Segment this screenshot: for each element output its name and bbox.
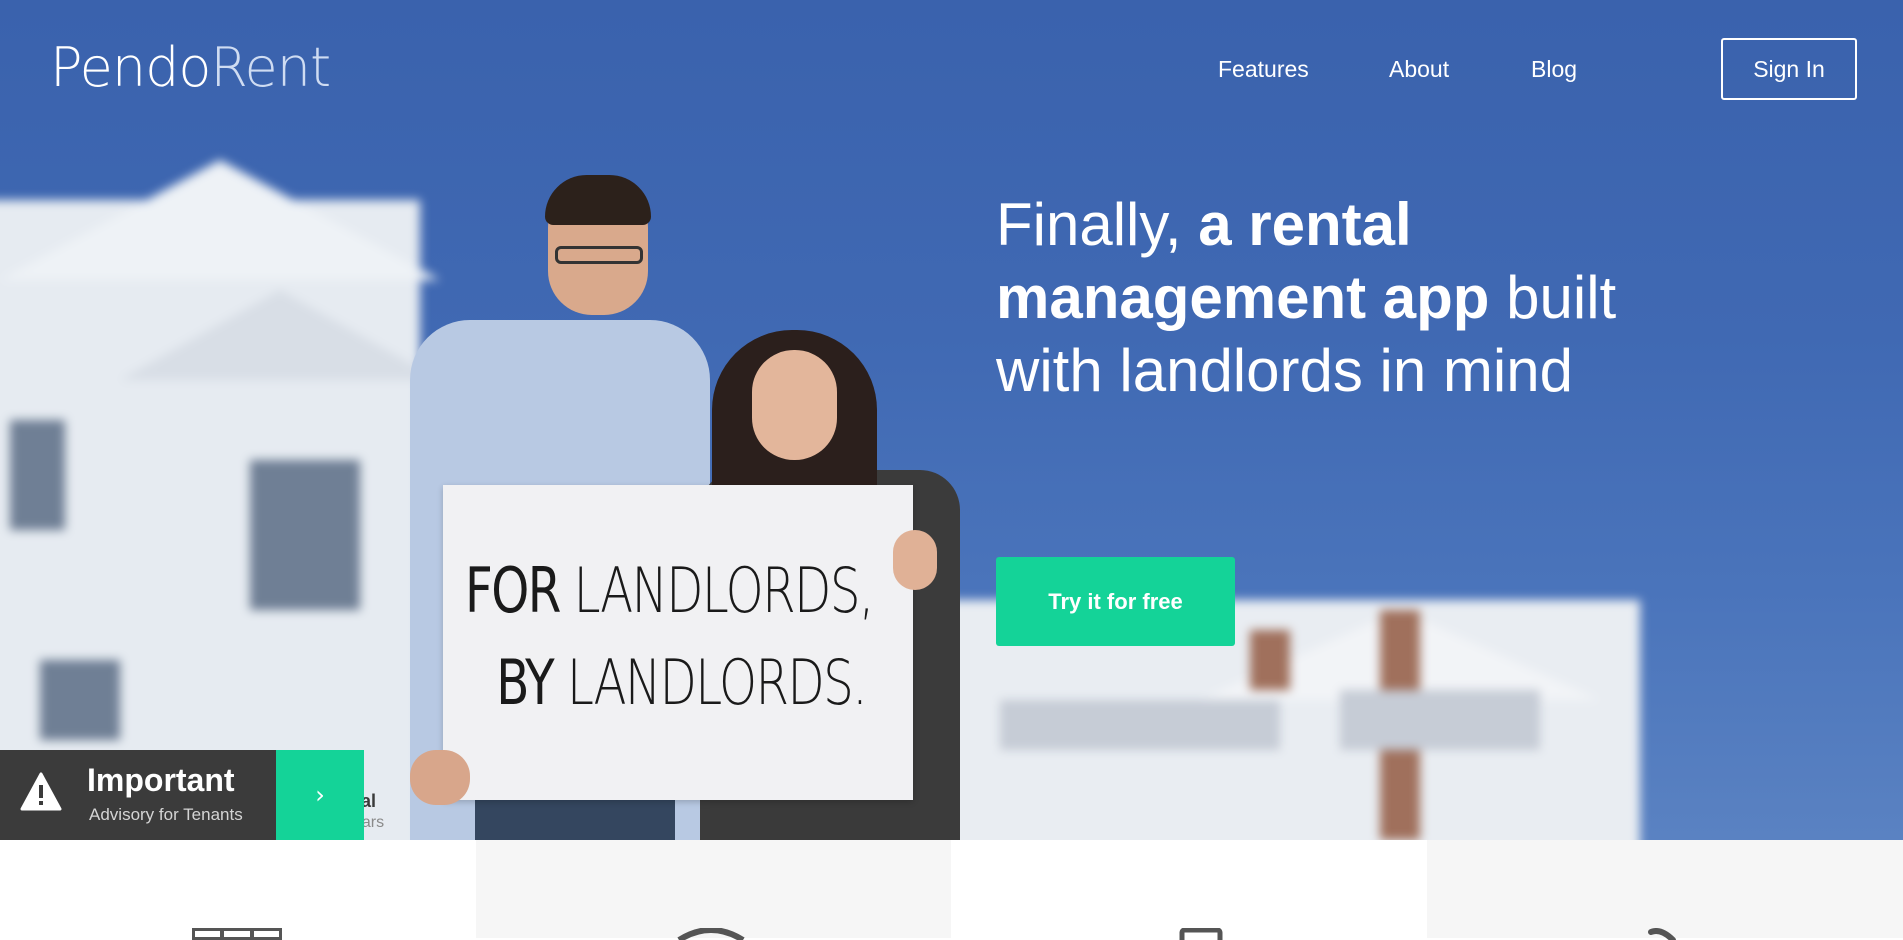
- warning-triangle-icon: [20, 772, 62, 811]
- sign-text: FOR LANDLORDS, BY LANDLORDS.: [465, 545, 874, 729]
- nav-about-link[interactable]: About: [1389, 56, 1449, 83]
- feature-col-1: [0, 840, 476, 940]
- top-nav: PendoRent Features About Blog Sign In: [0, 0, 1903, 140]
- hero-section: FOR LANDLORDS, BY LANDLORDS. PendoRent F…: [0, 0, 1903, 840]
- hero-headline: Finally, a rental management app built w…: [996, 188, 1716, 407]
- chevron-right-icon: ›: [315, 781, 325, 809]
- advisory-body[interactable]: Important Advisory for Tenants: [0, 750, 276, 840]
- sign-for: FOR: [465, 554, 561, 627]
- calendar-icon: [192, 928, 282, 940]
- tenant-advisory-banner[interactable]: Important Advisory for Tenants ›: [0, 750, 364, 840]
- nav-features-link[interactable]: Features: [1218, 56, 1309, 83]
- features-strip: [0, 840, 1903, 940]
- headline-finally: Finally,: [996, 191, 1199, 258]
- feature-col-4: [1427, 840, 1903, 940]
- try-free-button[interactable]: Try it for free: [996, 557, 1235, 646]
- logo[interactable]: PendoRent: [50, 36, 331, 99]
- logo-rent: Rent: [210, 36, 331, 99]
- sign-in-button[interactable]: Sign In: [1721, 38, 1857, 100]
- phone-icon: [1179, 928, 1223, 940]
- advisory-open-button[interactable]: ›: [276, 750, 364, 840]
- sign-landlords-2: LANDLORDS.: [566, 646, 868, 719]
- advisory-title: Important: [87, 762, 235, 798]
- feature-col-2: [476, 840, 952, 940]
- logo-pendo: Pendo: [50, 36, 211, 99]
- sign-landlords-1: LANDLORDS,: [573, 554, 875, 627]
- sign-by: BY: [496, 646, 555, 719]
- feature-col-3: [951, 840, 1427, 940]
- tool-icon: [1648, 928, 1676, 940]
- advisory-subtitle: Advisory for Tenants: [89, 805, 243, 824]
- nav-blog-link[interactable]: Blog: [1531, 56, 1577, 83]
- clock-icon: [677, 928, 745, 940]
